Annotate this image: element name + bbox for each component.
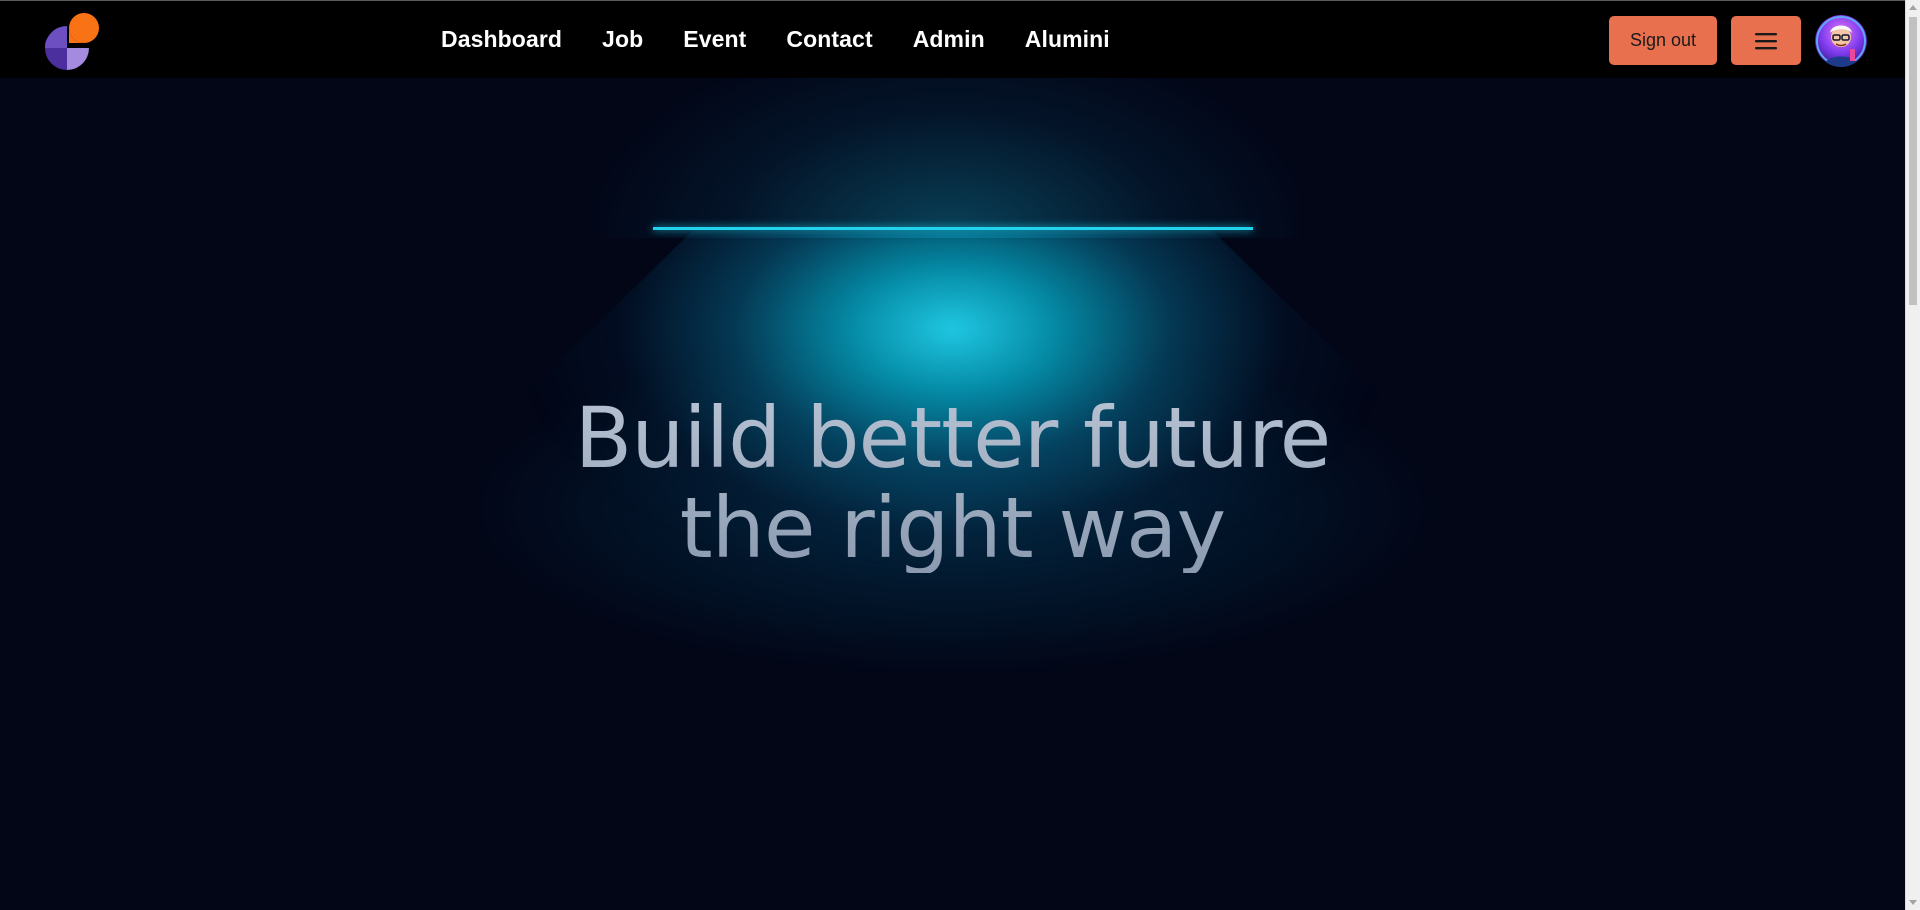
scroll-thumb[interactable] (1909, 17, 1917, 305)
hero-headline-line2: the right way (679, 479, 1226, 577)
nav-contact[interactable]: Contact (786, 26, 872, 53)
sign-out-button[interactable]: Sign out (1609, 16, 1717, 65)
hero-section: Build better future the right way (0, 78, 1905, 910)
scroll-down-arrow-icon[interactable] (1909, 900, 1917, 905)
nav-event[interactable]: Event (683, 26, 746, 53)
lamp-line (653, 227, 1253, 230)
nav-job[interactable]: Job (602, 26, 643, 53)
hero-headline: Build better future the right way (0, 393, 1905, 573)
navbar: Dashboard Job Event Contact Admin Alumin… (0, 1, 1905, 78)
user-avatar[interactable] (1815, 15, 1867, 67)
nav-alumini[interactable]: Alumini (1025, 26, 1110, 53)
scroll-up-arrow-icon[interactable] (1909, 5, 1917, 10)
nav-dashboard[interactable]: Dashboard (441, 26, 562, 53)
hero-glow-top (600, 78, 1300, 238)
vertical-scrollbar[interactable] (1905, 0, 1920, 910)
main-nav: Dashboard Job Event Contact Admin Alumin… (441, 1, 1150, 78)
hamburger-icon (1755, 32, 1777, 49)
nav-admin[interactable]: Admin (913, 26, 985, 53)
page: Dashboard Job Event Contact Admin Alumin… (0, 0, 1920, 910)
brand-logo[interactable] (40, 11, 102, 71)
menu-button[interactable] (1731, 16, 1801, 65)
hero-headline-line1: Build better future (574, 389, 1331, 487)
